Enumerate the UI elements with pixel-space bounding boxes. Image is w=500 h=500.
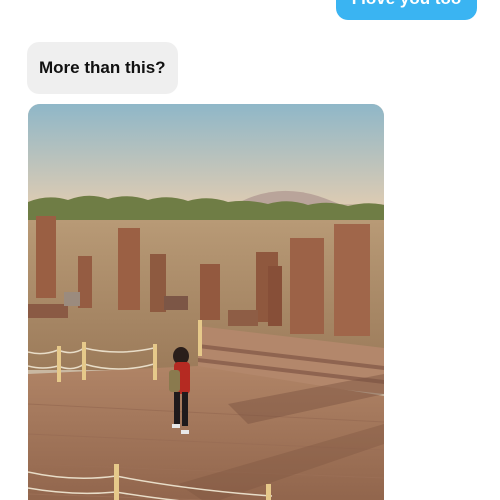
chat-screen: I love you too More than this? (0, 0, 500, 500)
video-frame-image (28, 104, 384, 500)
outgoing-message-bubble[interactable]: I love you too (336, 0, 477, 20)
video-message[interactable] (28, 104, 384, 500)
incoming-message-bubble[interactable]: More than this? (27, 42, 178, 94)
